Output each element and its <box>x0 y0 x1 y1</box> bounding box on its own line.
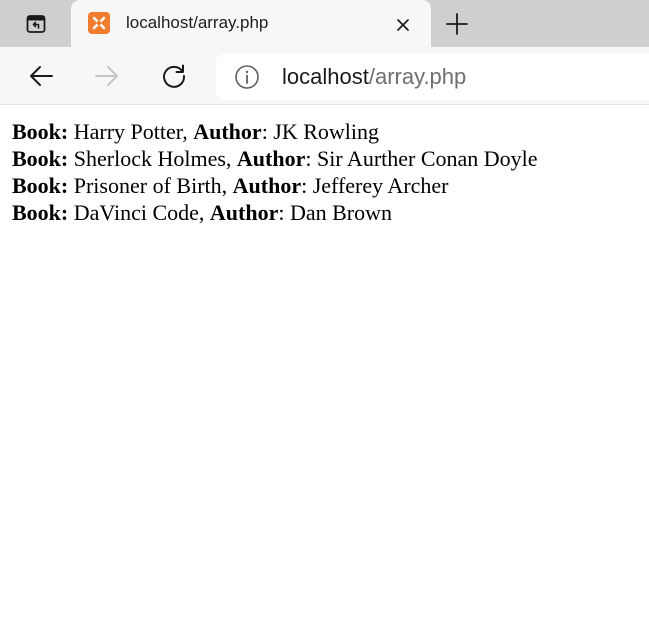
author-name: : Jefferey Archer <box>301 173 449 198</box>
author-label: Author <box>193 119 262 144</box>
forward-button[interactable] <box>91 60 123 92</box>
author-name: : Dan Brown <box>278 200 393 225</box>
browser-toolbar: localhost/array.php <box>0 47 649 105</box>
book-title: Harry Potter, <box>68 119 194 144</box>
url-host: localhost <box>282 64 369 89</box>
info-icon <box>235 65 259 89</box>
book-label: Book: <box>12 119 69 144</box>
tab-strip: localhost/array.php <box>0 0 649 47</box>
back-button[interactable] <box>25 60 57 92</box>
refresh-icon <box>163 64 186 88</box>
author-name: : Sir Aurther Conan Doyle <box>305 146 538 171</box>
address-bar[interactable]: localhost/array.php <box>216 54 649 100</box>
author-name: : JK Rowling <box>261 119 380 144</box>
book-row: Book: DaVinci Code, Author: Dan Brown <box>12 199 538 226</box>
active-tab[interactable]: localhost/array.php <box>71 0 431 47</box>
tab-actions-button[interactable] <box>12 10 60 38</box>
close-icon <box>397 19 409 31</box>
browser-window: localhost/array.php localhost/array.php … <box>0 0 649 644</box>
plus-icon <box>446 13 468 35</box>
book-label: Book: <box>12 146 69 171</box>
site-info-button[interactable] <box>234 64 260 90</box>
book-row: Book: Sherlock Holmes, Author: Sir Aurth… <box>12 145 538 172</box>
url-path: /array.php <box>368 64 467 89</box>
book-label: Book: <box>12 173 69 198</box>
refresh-button[interactable] <box>158 60 190 92</box>
book-label: Book: <box>12 200 69 225</box>
author-label: Author <box>236 146 306 171</box>
book-row: Book: Harry Potter, Author: JK Rowling <box>12 118 538 145</box>
arrow-left-icon <box>30 66 53 86</box>
arrow-right-icon <box>95 66 118 86</box>
tab-actions-icon <box>26 15 46 33</box>
page-content: Book: Harry Potter, Author: JK Rowling B… <box>12 118 538 226</box>
tab-title: localhost/array.php <box>126 13 269 32</box>
author-label: Author <box>209 200 279 225</box>
tab-close-button[interactable] <box>391 13 415 37</box>
book-row: Book: Prisoner of Birth, Author: Jeffere… <box>12 172 538 199</box>
book-title: DaVinci Code, <box>68 200 210 225</box>
book-title: Prisoner of Birth, <box>68 173 233 198</box>
new-tab-button[interactable] <box>442 10 472 38</box>
author-label: Author <box>232 173 302 198</box>
url-text[interactable]: localhost/array.php <box>282 64 466 90</box>
xampp-icon <box>88 12 110 34</box>
book-title: Sherlock Holmes, <box>68 146 237 171</box>
